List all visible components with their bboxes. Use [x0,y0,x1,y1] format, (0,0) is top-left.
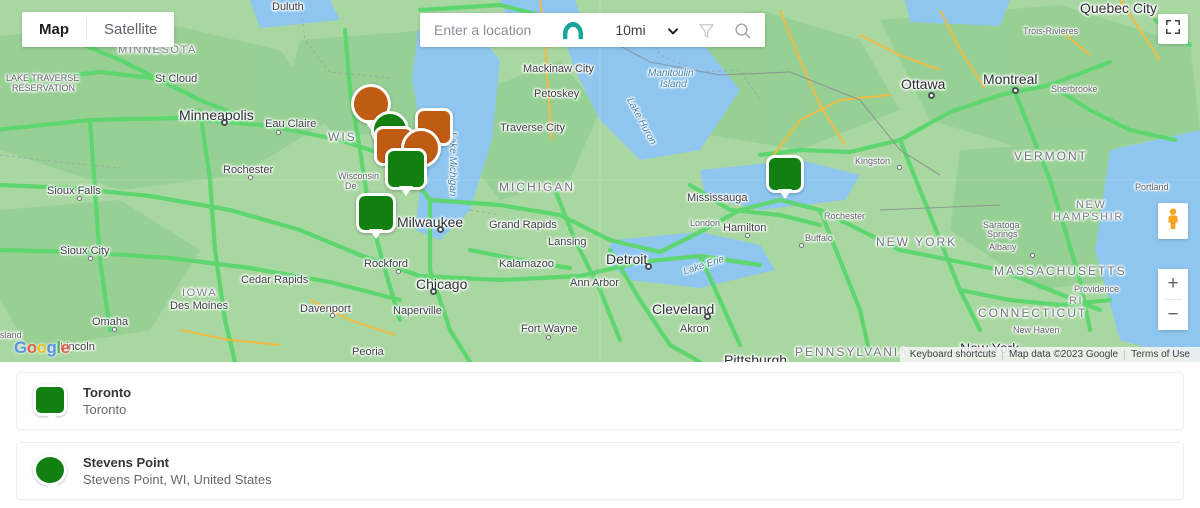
map-search-page: Duluth Quebec City Trois-Rivieres Mackinaw … [0,0,1200,508]
result-title: Stevens Point [83,454,169,470]
map-marker-tail [778,189,792,199]
terms-of-use-link[interactable]: Terms of Use [1125,349,1196,360]
zoom-out-button[interactable]: − [1158,300,1188,330]
keyboard-shortcuts-link[interactable]: Keyboard shortcuts [904,349,1002,360]
result-subtitle: Stevens Point, WI, United States [83,471,272,487]
search-icon[interactable] [731,19,753,41]
map-canvas[interactable]: Duluth Quebec City Trois-Rivieres Mackinaw … [0,0,1200,362]
result-text: Stevens Point Stevens Point, WI, United S… [83,455,272,488]
map-base-graphics [0,0,1200,362]
result-marker-tail [46,414,58,423]
map-data-credit: Map data ©2023 Google [1008,349,1119,360]
map-marker-body [385,148,427,190]
fullscreen-button[interactable] [1158,14,1188,44]
result-marker-body [33,454,67,486]
google-logo-watermark: Google [14,338,70,357]
result-card[interactable]: Toronto Toronto [16,372,1184,430]
result-card[interactable]: Stevens Point Stevens Point, WI, United S… [16,442,1184,500]
mountain-arch-icon [560,20,586,40]
zoom-in-button[interactable]: + [1158,269,1188,299]
map-marker-body [766,155,804,193]
map-type-satellite-button[interactable]: Satellite [87,12,175,47]
street-view-pegman-button[interactable] [1158,203,1188,239]
filter-funnel-icon[interactable] [695,19,717,41]
map-marker[interactable] [766,155,804,199]
street-view-pegman-icon [1163,207,1183,236]
map-marker[interactable] [385,148,427,196]
result-marker-icon [33,454,69,493]
result-text: Toronto Toronto [83,385,131,418]
map-type-map-button[interactable]: Map [22,12,86,47]
map-marker-tail [399,186,413,196]
result-title: Toronto [83,384,132,400]
location-search-bar[interactable]: 10mi [420,13,765,47]
chevron-down-icon[interactable] [667,24,679,36]
map-marker-body [356,193,396,233]
map-marker-tail [369,229,383,239]
map-zoom-controls[interactable]: + − [1158,269,1188,330]
map-type-toggle[interactable]: Map Satellite [22,12,175,47]
search-results-list: Toronto Toronto Stevens Point Stevens Point… [0,362,1200,508]
result-marker-icon [33,384,69,423]
map-marker[interactable] [356,193,396,239]
fullscreen-expand-icon [1165,19,1181,40]
search-input[interactable] [434,22,558,38]
map-viewport[interactable]: Duluth Quebec City Trois-Rivieres Mackinaw … [0,0,1200,362]
result-marker-tail [46,484,58,493]
map-attribution-bar: Keyboard shortcuts Map data ©2023 Google… [899,347,1200,362]
search-radius-value[interactable]: 10mi [594,22,667,38]
result-subtitle: Toronto [83,401,127,417]
result-marker-body [33,384,67,416]
